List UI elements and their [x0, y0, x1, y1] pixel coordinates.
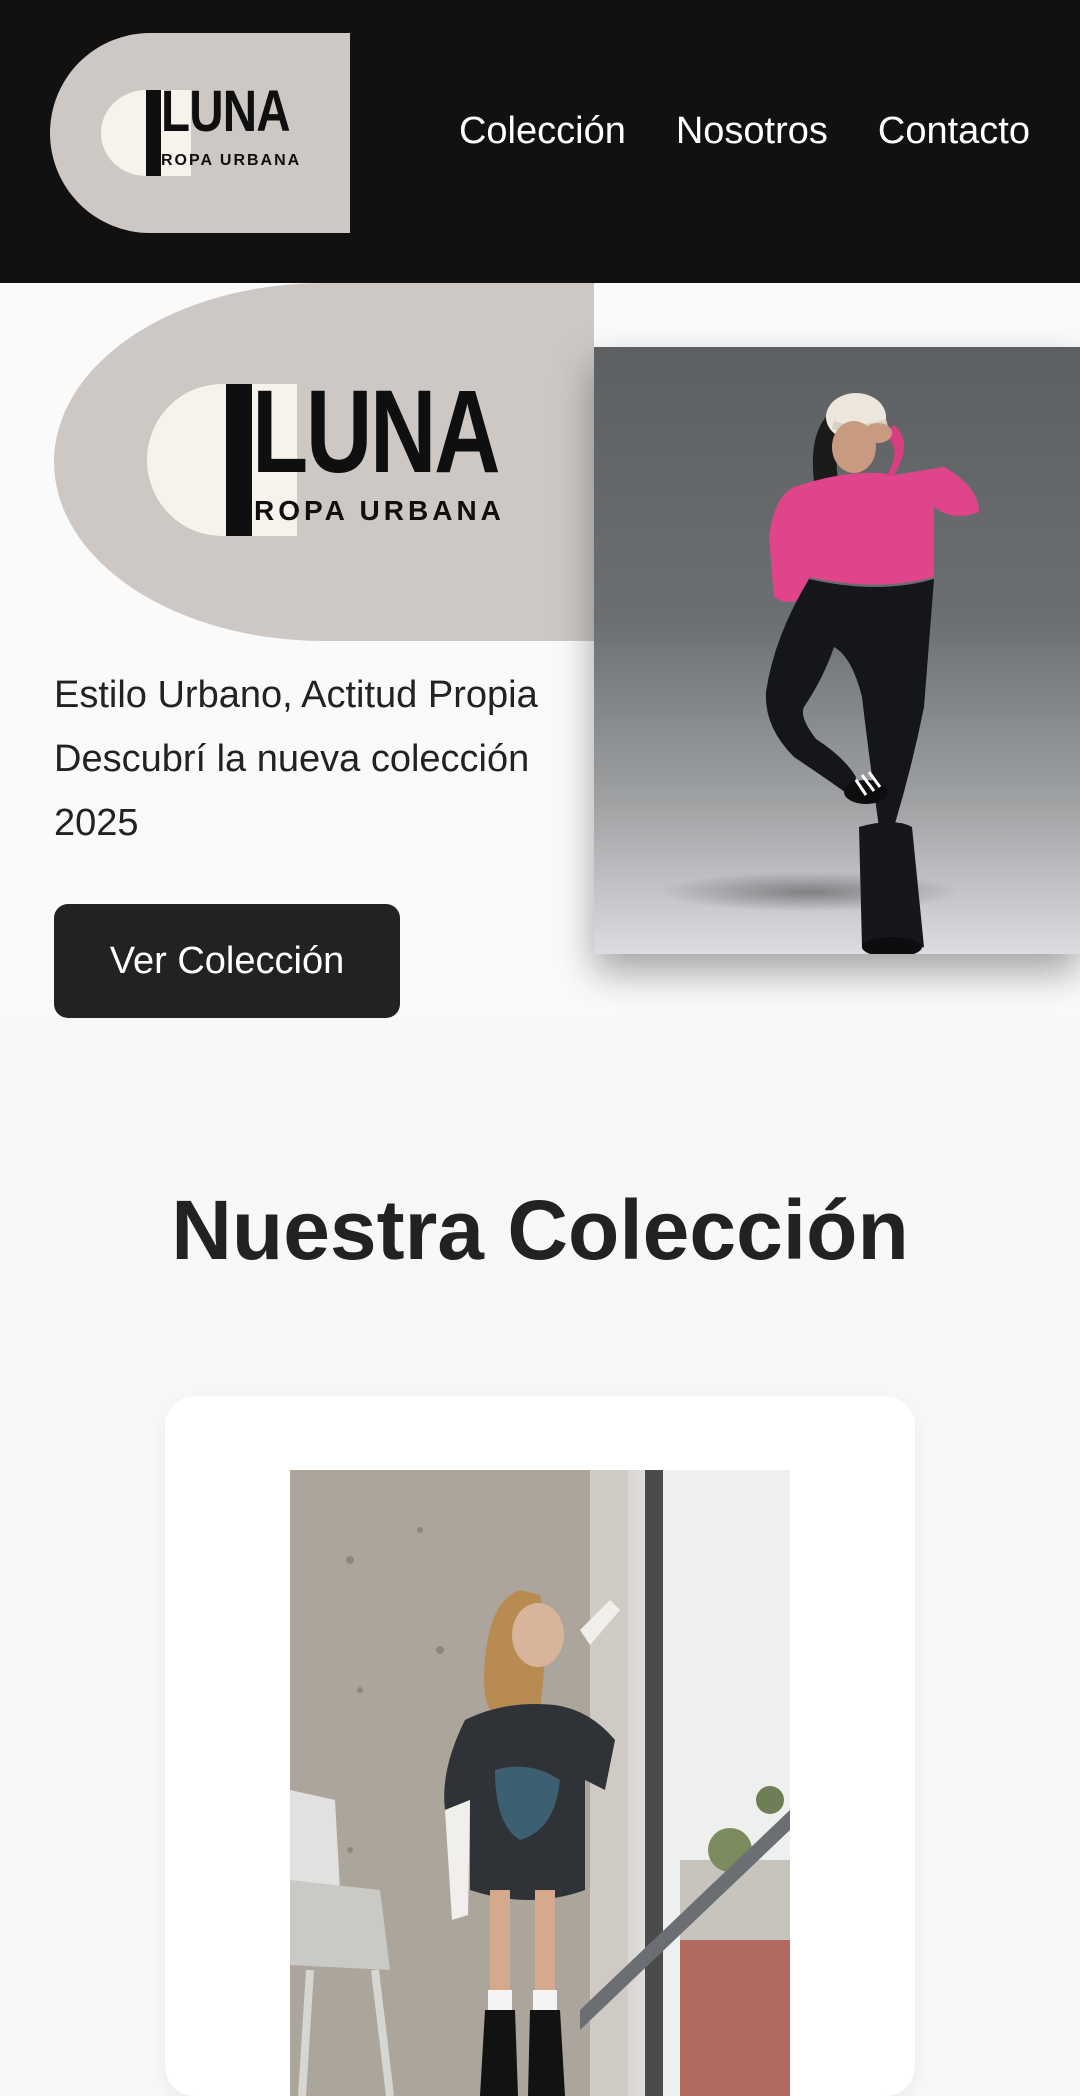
hero-model-illustration — [659, 393, 979, 954]
hero-model-photo — [594, 347, 1080, 954]
hero-headline: Estilo Urbano, Actitud Propia — [54, 674, 538, 716]
logo-brand: LUNA — [161, 79, 291, 144]
hero-logo-brand: LUNA — [252, 366, 501, 498]
collection-title: Nuestra Colección — [171, 1183, 909, 1277]
moon-divider — [146, 90, 161, 176]
logo-tagline: ROPA URBANA — [161, 152, 302, 169]
site-header: LUNA ROPA URBANA Colección Nosotros Cont… — [0, 0, 1080, 283]
hero-logo-tagline: ROPA URBANA — [254, 495, 505, 526]
product-photo[interactable] — [290, 1470, 790, 2096]
product-card[interactable] — [165, 1396, 915, 2096]
nav-link-contacto[interactable]: Contacto — [878, 105, 1030, 157]
nav-link-nosotros[interactable]: Nosotros — [676, 105, 828, 157]
main-nav: Colección Nosotros Contacto — [459, 105, 1030, 157]
hero-section: LUNA ROPA URBANA Estilo Urbano, Actitud … — [0, 283, 1080, 1018]
hero-text: Estilo Urbano, Actitud Propia Descubrí l… — [54, 663, 594, 855]
ver-coleccion-button[interactable]: Ver Colección — [54, 904, 400, 1018]
nav-link-coleccion[interactable]: Colección — [459, 105, 626, 157]
hero-subtitle: Descubrí la nueva colección 2025 — [54, 738, 530, 844]
header-logo[interactable]: LUNA ROPA URBANA — [50, 33, 350, 233]
product-model-illustration — [290, 1470, 790, 2096]
moon-divider — [226, 384, 252, 536]
hero-logo: LUNA ROPA URBANA — [54, 283, 594, 641]
